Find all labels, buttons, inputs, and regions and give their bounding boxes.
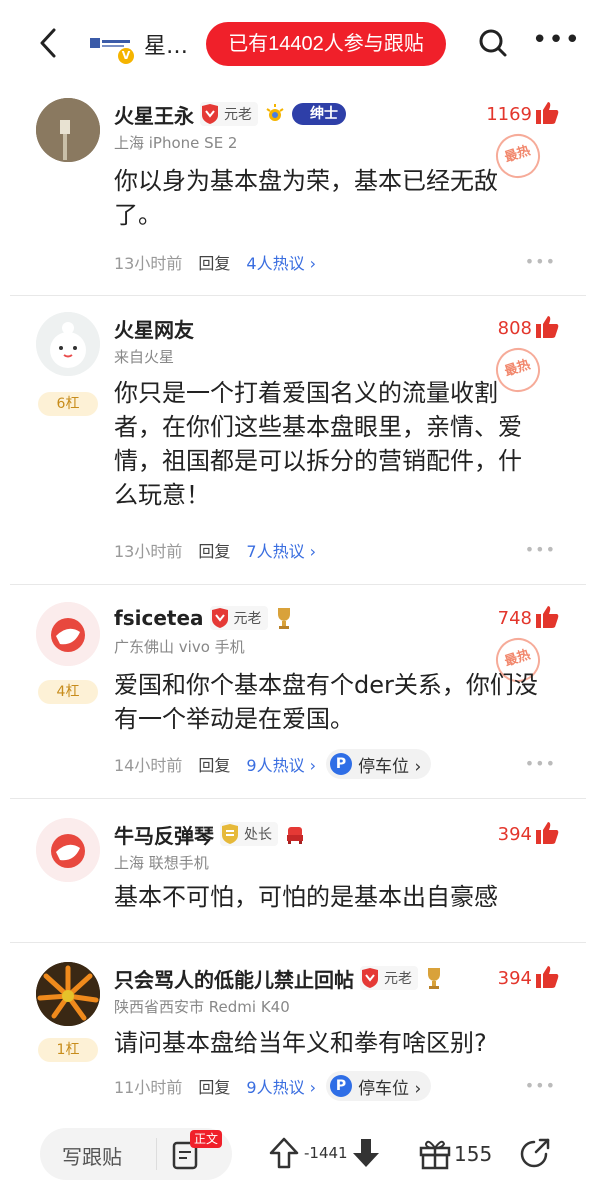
location: 陕西省西安市 Redmi K40 — [114, 998, 290, 1016]
thumbs-up-icon[interactable] — [534, 100, 560, 126]
username[interactable]: 火星王永 — [114, 100, 194, 129]
comment-more-icon[interactable]: ••• — [525, 754, 556, 773]
like-count[interactable]: 808 — [498, 318, 532, 339]
gentleman-badge: 绅士 — [292, 103, 346, 125]
reply-button[interactable]: 回复 — [198, 538, 230, 562]
bottom-bar: 写跟贴 正文 -1441 155 — [0, 1118, 596, 1199]
like-count[interactable]: 394 — [498, 824, 532, 845]
timestamp: 13小时前 — [114, 542, 183, 561]
parking-button[interactable]: P 停车位 › — [326, 749, 432, 779]
comment-text: 请问基本盘给当年义和拳有啥区别? — [114, 1029, 487, 1057]
timestamp: 11小时前 — [114, 1078, 183, 1097]
shield-icon — [362, 968, 378, 988]
hot-discussion-link[interactable]: 4人热议 › — [246, 250, 316, 274]
location: 上海 iPhone SE 2 — [114, 134, 238, 152]
top-bar: V 星… 已有14402人参与跟贴 ••• — [0, 0, 596, 88]
username[interactable]: 只会骂人的低能儿禁止回帖 — [114, 964, 354, 993]
rank-badge: 元老 — [209, 606, 268, 630]
hot-discussion-link[interactable]: 9人热议 › — [246, 1074, 316, 1098]
thumbs-up-icon[interactable] — [534, 604, 560, 630]
comment-text: 基本不可怕，可怕的是基本出自豪感 — [114, 883, 498, 911]
write-comment-label: 写跟贴 — [62, 1145, 122, 1169]
floor-badge: 1杠 — [38, 1038, 98, 1062]
comment-more-icon[interactable]: ••• — [525, 1076, 556, 1095]
shield-icon — [211, 608, 228, 628]
page-title[interactable]: 星… — [144, 28, 188, 60]
divider — [10, 942, 586, 943]
gift-count: 155 — [454, 1142, 493, 1166]
write-comment-box[interactable]: 写跟贴 正文 — [40, 1128, 232, 1180]
location: 上海 联想手机 — [114, 854, 209, 872]
parking-button[interactable]: P 停车位 › — [326, 1071, 432, 1101]
like-count[interactable]: 394 — [498, 968, 532, 989]
parking-icon: P — [330, 753, 353, 775]
location: 来自火星 — [114, 348, 175, 366]
gift-icon[interactable] — [418, 1136, 452, 1170]
comment-more-icon[interactable]: ••• — [525, 540, 556, 559]
rank-badge: 元老 — [360, 966, 418, 990]
hot-discussion-link[interactable]: 7人热议 › — [246, 538, 316, 562]
share-icon[interactable] — [520, 1136, 552, 1168]
avatar[interactable] — [36, 602, 100, 666]
join-count-button[interactable]: 已有14402人参与跟贴 — [206, 22, 446, 66]
divider — [10, 584, 586, 585]
floor-badge: 4杠 — [38, 680, 98, 704]
comment-more-icon[interactable]: ••• — [525, 252, 556, 271]
parking-icon: P — [330, 1075, 353, 1097]
divider — [156, 1138, 157, 1170]
trophy-icon — [277, 608, 290, 629]
vote-count: -1441 — [304, 1144, 348, 1162]
sun-medal-icon — [266, 104, 284, 121]
throne-icon — [287, 827, 303, 844]
rank-badge: 处长 — [220, 822, 278, 846]
reply-button[interactable]: 回复 — [198, 1074, 230, 1098]
verified-icon: V — [118, 48, 134, 64]
thumbs-up-icon[interactable] — [534, 314, 560, 340]
downvote-icon[interactable] — [350, 1136, 382, 1170]
username[interactable]: 牛马反弹琴 — [114, 820, 214, 849]
avatar[interactable] — [36, 962, 100, 1026]
timestamp: 14小时前 — [114, 756, 183, 775]
timestamp: 13小时前 — [114, 254, 183, 273]
avatar[interactable] — [36, 818, 100, 882]
thumbs-up-icon[interactable] — [534, 820, 560, 846]
rank-badge: 元老 — [200, 102, 258, 126]
location: 广东佛山 vivo 手机 — [114, 638, 245, 656]
more-icon[interactable]: ••• — [532, 27, 581, 53]
upvote-icon[interactable] — [268, 1136, 300, 1170]
body-badge: 正文 — [190, 1130, 223, 1148]
divider — [10, 295, 586, 296]
avatar[interactable] — [36, 98, 100, 162]
username[interactable]: 火星网友 — [114, 314, 194, 343]
shield-icon — [222, 824, 238, 844]
avatar[interactable] — [36, 312, 100, 376]
comment-text: 你以身为基本盘为荣，基本已经无敌了。 — [114, 167, 498, 229]
shield-icon — [202, 104, 218, 124]
like-count[interactable]: 1169 — [486, 104, 532, 125]
divider — [10, 798, 586, 799]
reply-button[interactable]: 回复 — [198, 250, 230, 274]
floor-badge: 6杠 — [38, 392, 98, 416]
reply-button[interactable]: 回复 — [198, 752, 230, 776]
username[interactable]: fsicetea — [114, 606, 204, 630]
trophy-icon — [428, 968, 440, 989]
comment-text: 爱国和你个基本盘有个der关系，你们没有一个举动是在爱国。 — [114, 671, 538, 733]
back-icon[interactable] — [34, 26, 64, 60]
comment-text: 你只是一个打着爱国名义的流量收割者，在你们这些基本盘眼里，亲情、爱情，祖国都是可… — [114, 379, 522, 509]
search-icon[interactable] — [478, 28, 508, 58]
hot-discussion-link[interactable]: 9人热议 › — [246, 752, 316, 776]
like-count[interactable]: 748 — [498, 608, 532, 629]
thumbs-up-icon[interactable] — [534, 964, 560, 990]
